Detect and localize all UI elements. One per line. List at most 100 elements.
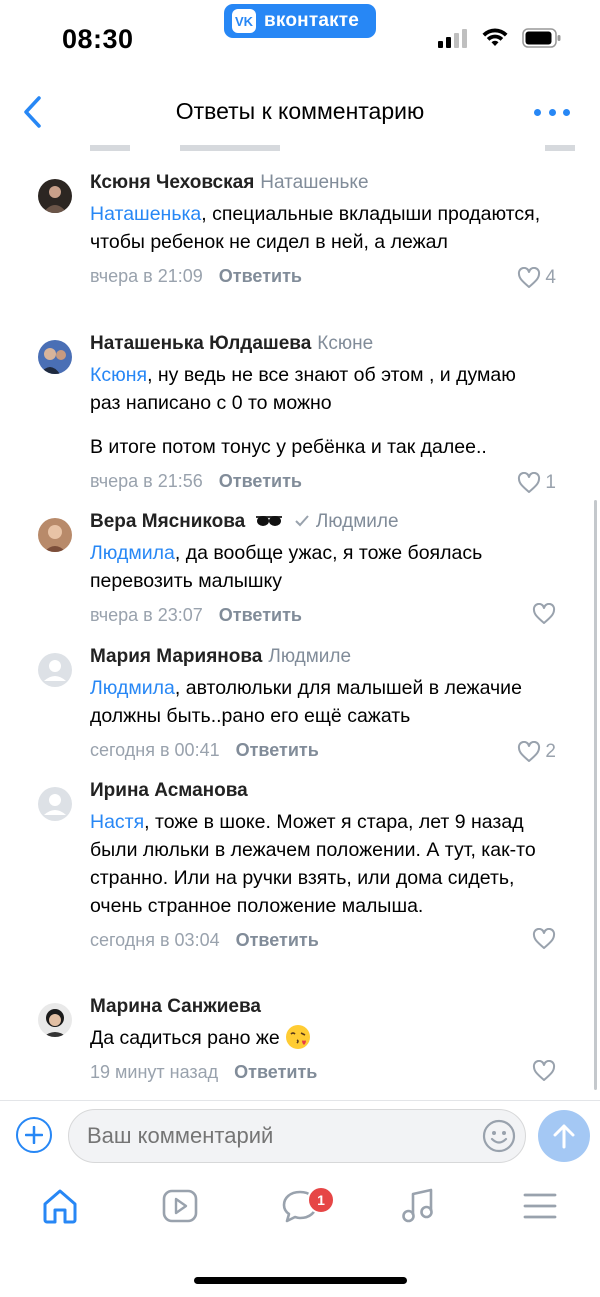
heart-icon [532,928,556,949]
mention-link[interactable]: Людмила [90,677,175,699]
comment-date: вчера в 21:56 [90,471,203,491]
like-button[interactable]: 2 [517,738,556,766]
like-count: 1 [545,472,556,493]
avatar[interactable] [38,179,72,213]
comment-item: Вера Мясникова Людмиле Людмила, да вообщ… [0,509,600,644]
author-name[interactable]: Наташенька Юлдашева [90,333,311,354]
more-options-button[interactable] [534,102,570,122]
home-indicator [194,1277,407,1284]
tab-video[interactable] [160,1186,200,1226]
more-dot-icon [534,108,541,116]
avatar[interactable] [38,1003,72,1037]
author-name[interactable]: Ксюня Чеховская [90,172,254,193]
comment-date: вчера в 21:09 [90,266,203,286]
mention-link[interactable]: Наташенька [90,203,201,225]
menu-icon [523,1193,557,1219]
comment-header: Наташенька Юлдашева Ксюне [90,331,578,357]
comment-meta: вчера в 21:09 Ответить 4 [90,262,578,290]
reply-to-name[interactable]: Ксюне [317,333,373,354]
comment-date: вчера в 23:07 [90,605,203,625]
comment-item: Марина Санжиева Да садиться рано же 19 м… [0,994,600,1090]
comment-meta: 19 минут назад Ответить [90,1058,578,1086]
comment-meta: вчера в 21:56 Ответить 1 [90,467,578,495]
heart-icon [532,1060,556,1081]
comment-item: Ирина Асманова Настя, тоже в шоке. Может… [0,778,600,994]
back-to-app-pill[interactable]: VK вконтакте [224,4,376,38]
avatar[interactable] [38,787,72,821]
tab-music[interactable] [398,1186,438,1226]
comment-date: сегодня в 00:41 [90,740,220,760]
reply-to-name[interactable]: Наташеньке [260,172,368,193]
heart-icon [532,603,556,624]
comment-body-second: В итоге потом тонус у ребёнка и так дале… [90,436,487,458]
nav-header: Ответы к комментарию [0,80,600,144]
emoji-button[interactable] [482,1119,516,1153]
tab-home[interactable] [40,1186,80,1226]
status-icons [438,28,562,48]
kiss-emoji-icon [286,1025,311,1049]
comment-item: Мария Мариянова Людмиле Людмила, автолюль… [0,644,600,778]
tab-bar: 1 [0,1170,600,1250]
tab-menu[interactable] [520,1186,560,1226]
comment-body: , ну ведь не все знают об этом , и думаю… [90,364,516,414]
reply-button[interactable]: Ответить [236,930,319,950]
more-dot-icon [548,108,556,116]
plus-icon [25,1126,43,1144]
mention-link[interactable]: Настя [90,811,144,833]
cellular-signal-icon [438,29,467,48]
mention-link[interactable]: Людмила [90,542,175,564]
reply-button[interactable]: Ответить [219,471,302,491]
send-button[interactable] [538,1110,590,1162]
like-button[interactable]: 4 [517,264,556,292]
app-pill-label: вконтакте [264,10,360,31]
like-button[interactable] [532,603,556,625]
comment-body: Да садиться рано же [90,1027,280,1049]
reply-to-name[interactable]: Людмиле [268,646,351,667]
comment-meta: вчера в 23:07 Ответить [90,601,578,629]
comment-date: сегодня в 03:04 [90,930,220,950]
comment-header: Мария Мариянова Людмиле [90,644,578,670]
avatar[interactable] [38,518,72,552]
attach-button[interactable] [16,1117,52,1153]
comment-text: Да садиться рано же [90,1024,570,1052]
reply-button[interactable]: Ответить [234,1062,317,1082]
comment-header: Вера Мясникова Людмиле [90,509,578,535]
more-dot-icon [563,108,570,116]
mention-link[interactable]: Ксюня [90,364,147,386]
comment-text: Людмила, автолюльки для малышей в лежачи… [90,674,570,730]
comment-input[interactable] [68,1109,526,1163]
comments-list: Ксюня Чеховская Наташеньке Наташенька, сп… [0,170,600,1090]
reply-to-name[interactable]: Людмиле [316,511,399,532]
status-bar: 08:30 VK вконтакте [0,0,600,80]
author-name[interactable]: Ирина Асманова [90,780,248,801]
comment-item: Ксюня Чеховская Наташеньке Наташенька, сп… [0,170,600,331]
smile-icon [482,1119,516,1153]
like-button[interactable] [532,928,556,950]
heart-icon [518,472,541,493]
arrow-up-icon [553,1124,575,1149]
reply-button[interactable]: Ответить [219,605,302,625]
comment-meta: сегодня в 03:04 Ответить [90,926,578,954]
comment-text: Ксюня, ну ведь не все знают об этом , и … [90,361,530,461]
comment-text: Людмила, да вообще ужас, я тоже боялась … [90,539,550,595]
music-icon [402,1188,433,1223]
like-button[interactable] [532,1060,556,1082]
heart-icon [518,267,541,288]
comment-text: Настя, тоже в шоке. Может я стара, лет 9… [90,808,570,920]
heart-icon [518,741,541,762]
comment-body: , тоже в шоке. Может я стара, лет 9 наза… [90,811,536,917]
vk-logo-icon: VK [232,9,256,33]
status-time: 08:30 [62,24,134,54]
author-name[interactable]: Вера Мясникова [90,511,245,532]
reply-button[interactable]: Ответить [236,740,319,760]
reply-button[interactable]: Ответить [219,266,302,286]
like-button[interactable]: 1 [517,469,556,497]
checkmark-icon [295,515,309,527]
avatar[interactable] [38,340,72,374]
scrollbar[interactable] [594,500,597,1090]
page-title: Ответы к комментарию [175,98,425,124]
like-count: 4 [545,267,556,288]
avatar[interactable] [38,653,72,687]
author-name[interactable]: Марина Санжиева [90,996,261,1017]
author-name[interactable]: Мария Мариянова [90,646,262,667]
